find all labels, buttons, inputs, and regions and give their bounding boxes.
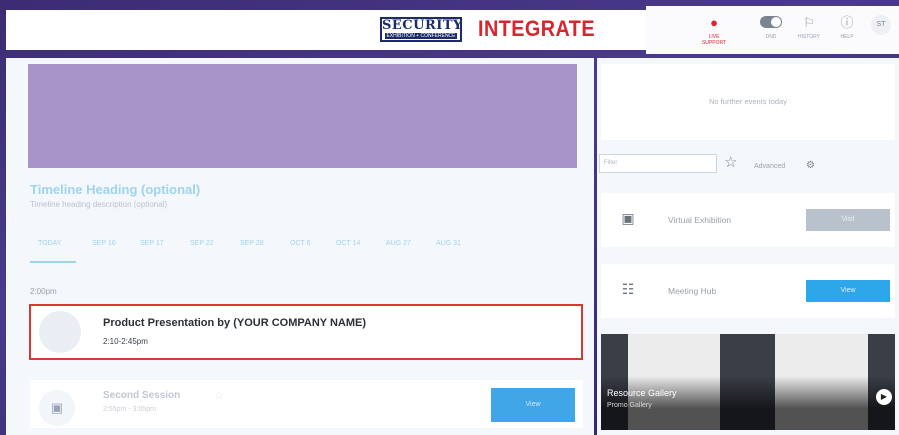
presentation-icon: ▣ xyxy=(39,390,75,426)
tab-today[interactable]: TODAY xyxy=(38,240,61,247)
live-support-icon[interactable]: ● xyxy=(705,14,723,32)
view-session-button[interactable]: View xyxy=(491,388,575,422)
tab-oct-14[interactable]: OCT 14 xyxy=(336,240,360,247)
session-thumbnail xyxy=(39,311,81,353)
session-title[interactable]: Second Session xyxy=(103,390,180,401)
top-bar-actions xyxy=(646,6,899,54)
session-time: 2:10-2:45pm xyxy=(103,337,148,346)
tab-sep-16[interactable]: SEP 16 xyxy=(92,240,116,247)
meeting-icon: ☷ xyxy=(621,281,635,297)
tab-aug-27[interactable]: AUG 27 xyxy=(386,240,411,247)
help-label: HELP xyxy=(840,34,854,40)
session-title[interactable]: Product Presentation by (YOUR COMPANY NA… xyxy=(103,317,366,329)
no-events-text: No further events today xyxy=(709,97,787,106)
tab-sep-17[interactable]: SEP 17 xyxy=(140,240,164,247)
gear-icon[interactable]: ⚙ xyxy=(806,160,815,171)
history-label: HISTORY xyxy=(797,34,821,40)
play-icon[interactable]: ▶ xyxy=(876,389,892,405)
gallery-subtitle: Promo Gallery xyxy=(607,402,652,409)
live-support-label[interactable]: LIVE SUPPORT xyxy=(699,34,729,46)
help-icon[interactable]: ⓘ xyxy=(838,14,856,32)
security-logo-subtext: EXHIBITION + CONFERENCE xyxy=(385,33,457,39)
session-card-product-presentation[interactable] xyxy=(29,304,583,360)
security-logo-text: SECURITY xyxy=(382,18,463,33)
timeline-heading: Timeline Heading (optional) xyxy=(30,182,201,197)
star-icon[interactable]: ☆ xyxy=(214,389,224,402)
tab-aug-31[interactable]: AUG 31 xyxy=(436,240,461,247)
avatar[interactable]: ST xyxy=(871,15,891,35)
meeting-hub-label: Meeting Hub xyxy=(668,286,717,296)
tab-sep-22[interactable]: SEP 22 xyxy=(190,240,214,247)
session-time: 2:55pm - 3:05pm xyxy=(103,406,156,413)
security-logo: SECURITY EXHIBITION + CONFERENCE xyxy=(380,17,462,42)
banner-image xyxy=(28,64,577,168)
tab-oct-6[interactable]: OCT 6 xyxy=(290,240,311,247)
favorites-star-icon[interactable]: ☆ xyxy=(724,153,737,171)
virtual-exhibition-label: Virtual Exhibition xyxy=(668,215,732,225)
dnd-label: DND xyxy=(765,34,777,40)
view-meeting-hub-button[interactable]: View xyxy=(806,280,890,302)
advanced-filter-link[interactable]: Advanced xyxy=(754,163,785,170)
integrate-logo: INTEGRATE xyxy=(478,16,595,41)
time-group-label: 2:00pm xyxy=(30,287,57,296)
filter-input[interactable]: Filter xyxy=(599,154,717,173)
active-tab-indicator xyxy=(30,261,76,263)
dnd-toggle[interactable] xyxy=(760,16,782,28)
history-icon[interactable]: ⚐ xyxy=(800,14,818,32)
tab-sep-28[interactable]: SEP 28 xyxy=(240,240,264,247)
timeline-description: Timeline heading description (optional) xyxy=(30,200,168,209)
screen-icon: ▣ xyxy=(621,210,635,226)
gallery-title[interactable]: Resource Gallery xyxy=(607,388,677,398)
visit-button[interactable]: Visit xyxy=(806,209,890,231)
